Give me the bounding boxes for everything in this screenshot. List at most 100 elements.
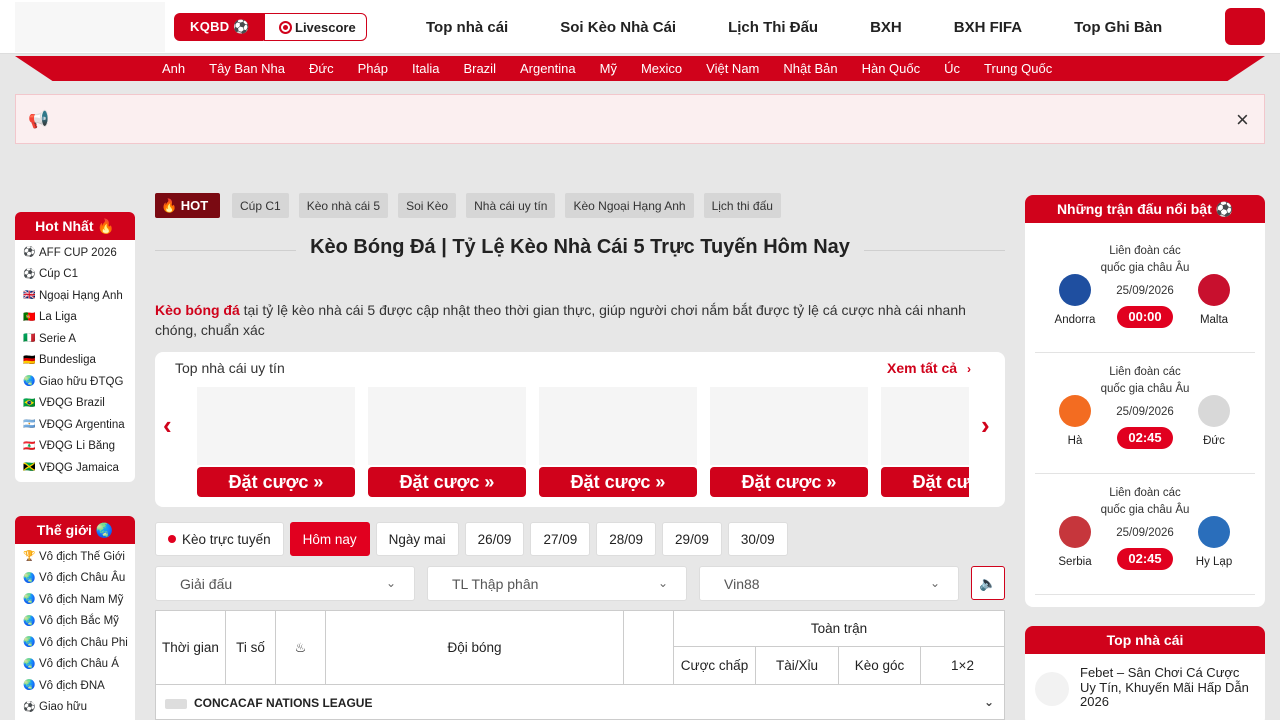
hot_sidebar-item[interactable]: 🇵🇹 La Liga: [23, 307, 135, 329]
world_sidebar-item[interactable]: 🌏 Vô địch Nam Mỹ: [23, 589, 135, 611]
livescore-button[interactable]: Livescore: [264, 13, 367, 41]
world_sidebar-item[interactable]: 🏆 Vô địch Thế Giới: [23, 546, 135, 568]
chevron-down-icon[interactable]: ⌄: [984, 695, 994, 709]
site-logo[interactable]: [15, 2, 165, 52]
match-card[interactable]: Hà Liên đoàn các quốc gia châu Âu 25/09/20…: [1035, 354, 1255, 474]
bet-button[interactable]: Đặt cược »: [881, 467, 969, 497]
hot_sidebar-item[interactable]: 🌏 Giao hữu ĐTQG: [23, 371, 135, 393]
hot_sidebar-item[interactable]: 🇬🇧 Ngoại Hạng Anh: [23, 285, 135, 307]
kqbd-button[interactable]: KQBD ⚽: [174, 13, 278, 41]
country-link[interactable]: Đức: [309, 61, 334, 76]
bookie-card[interactable]: Đặt cược »: [197, 387, 355, 497]
country-link[interactable]: Mỹ: [600, 61, 617, 76]
odds-format-value: TL Thập phân: [452, 575, 539, 592]
tab-date[interactable]: 30/09: [727, 522, 788, 556]
tab-live-odds[interactable]: Kèo trực tuyến: [155, 522, 284, 556]
nav-soi-keo[interactable]: Soi Kèo Nhà Cái: [560, 19, 676, 36]
competition-name: Liên đoàn các quốc gia châu Âu: [1100, 487, 1190, 516]
bet-button[interactable]: Đặt cược »: [197, 467, 355, 497]
world_sidebar-item[interactable]: 🌏 Vô địch Châu Âu: [23, 568, 135, 590]
tag-item[interactable]: Kèo nhà cái 5: [298, 193, 389, 218]
hot_sidebar-item[interactable]: 🇮🇹 Serie A: [23, 328, 135, 350]
hot_sidebar-item[interactable]: 🇦🇷 VĐQG Argentina: [23, 414, 135, 436]
nav-bxh[interactable]: BXH: [870, 19, 902, 36]
hot-tag: 🔥 HOT: [155, 193, 220, 218]
country-link[interactable]: Hàn Quốc: [862, 61, 921, 76]
world_sidebar-item[interactable]: 🌏 Vô địch ĐNA: [23, 675, 135, 697]
bookie-card[interactable]: Đặt cược »: [539, 387, 697, 497]
nav-lich-thi-dau[interactable]: Lịch Thi Đấu: [728, 19, 818, 36]
chevron-down-icon: ⌄: [657, 576, 668, 590]
hot_sidebar-item[interactable]: 🇧🇷 VĐQG Brazil: [23, 393, 135, 415]
hot_sidebar-item[interactable]: 🇯🇲 VĐQG Jamaica: [23, 457, 135, 479]
world_sidebar-item[interactable]: 🌏 Vô địch Châu Phi: [23, 632, 135, 654]
country-link[interactable]: Mexico: [641, 61, 682, 76]
hot_sidebar-item[interactable]: 🇱🇧 VĐQG Li Băng: [23, 436, 135, 458]
bookie-carousel-title: Top nhà cái uy tín: [175, 360, 285, 376]
league-row[interactable]: CONCACAF NATIONS LEAGUE ⌄: [156, 684, 1004, 720]
see-all-link[interactable]: Xem tất cả ›: [887, 360, 971, 376]
menu-button[interactable]: [1225, 8, 1265, 45]
league-flag-icon: 🇬🇧: [23, 290, 36, 302]
tab-date[interactable]: 26/09: [464, 522, 525, 556]
match-info: Liên đoàn các quốc gia châu Âu 25/09/2026…: [1099, 364, 1191, 449]
match-card[interactable]: Andorra Liên đoàn các quốc gia châu Âu 25/…: [1035, 233, 1255, 353]
nav-top-nha-cai[interactable]: Top nhà cái: [426, 19, 508, 36]
league-flag-icon: 🌏: [23, 680, 36, 692]
country-link[interactable]: Anh: [162, 61, 185, 76]
nav-bxh-fifa[interactable]: BXH FIFA: [954, 19, 1022, 36]
sound-toggle[interactable]: 🔈: [971, 566, 1005, 600]
bookie-card[interactable]: Đặt cược »: [710, 387, 868, 497]
world_sidebar-item[interactable]: 🌏 Vô địch Châu Á: [23, 654, 135, 676]
bet-button[interactable]: Đặt cược »: [710, 467, 868, 497]
country-link[interactable]: Việt Nam: [706, 61, 759, 76]
carousel-next-icon[interactable]: ›: [981, 410, 990, 441]
bookmaker-select[interactable]: Vin88 ⌄: [699, 566, 959, 601]
hot_sidebar-item[interactable]: ⚽ Cúp C1: [23, 264, 135, 286]
top-bookie-link[interactable]: Febet – Sân Chơi Cá Cược Uy Tín, Khuyến …: [1080, 665, 1255, 710]
country-link[interactable]: Argentina: [520, 61, 576, 76]
country-link[interactable]: Pháp: [358, 61, 388, 76]
close-icon[interactable]: ×: [1236, 107, 1249, 133]
tag-item[interactable]: Kèo Ngoại Hạng Anh: [565, 193, 694, 218]
league-flag-icon: 🌏: [23, 376, 36, 388]
col-extra: [624, 611, 674, 684]
bookie-card[interactable]: Đặt cược »: [881, 387, 969, 497]
world_sidebar-item[interactable]: ⚽ Giao hữu: [23, 697, 135, 719]
country-link[interactable]: Nhật Bản: [783, 61, 837, 76]
carousel-prev-icon[interactable]: ‹: [163, 410, 172, 441]
bet-button[interactable]: Đặt cược »: [368, 467, 526, 497]
bookie-logo: [710, 387, 868, 465]
world_sidebar-item[interactable]: 🌏 Vô địch Bắc Mỹ: [23, 611, 135, 633]
world-sidebar-title: Thế giới 🌏: [15, 516, 135, 544]
tag-item[interactable]: Nhà cái uy tín: [466, 193, 556, 218]
tag-item[interactable]: Lịch thi đấu: [703, 193, 781, 218]
nav-top-ghi-ban[interactable]: Top Ghi Bàn: [1074, 19, 1162, 36]
bookie-thumb[interactable]: [1035, 672, 1069, 706]
country-link[interactable]: Brazil: [463, 61, 496, 76]
tab-today[interactable]: Hôm nay: [289, 522, 370, 556]
country-link[interactable]: Úc: [944, 61, 960, 76]
tab-date[interactable]: 27/09: [530, 522, 591, 556]
hot_sidebar-item-label: Bundesliga: [39, 354, 96, 367]
tab-tomorrow[interactable]: Ngày mai: [375, 522, 459, 556]
bookie-card[interactable]: Đặt cược »: [368, 387, 526, 497]
hot_sidebar-item[interactable]: 🇩🇪 Bundesliga: [23, 350, 135, 372]
country-link[interactable]: Tây Ban Nha: [209, 61, 285, 76]
country-link[interactable]: Italia: [412, 61, 439, 76]
away-team: Malta: [1184, 233, 1244, 326]
tag-item[interactable]: Soi Kèo: [398, 193, 457, 218]
odds-format-select[interactable]: TL Thập phân ⌄: [427, 566, 687, 601]
tab-date[interactable]: 28/09: [596, 522, 657, 556]
page-title-text: Kèo Bóng Đá | Tỷ Lệ Kèo Nhà Cái 5 Trực T…: [296, 236, 864, 258]
world_sidebar-item-label: Vô địch Châu Phi: [39, 636, 128, 649]
tab-date[interactable]: 29/09: [662, 522, 722, 556]
hot_sidebar-item[interactable]: ⚽ AFF CUP 2026: [23, 242, 135, 264]
bet-button[interactable]: Đặt cược »: [539, 467, 697, 497]
league-flag-icon: ⚽: [23, 701, 36, 713]
intro-link[interactable]: Kèo bóng đá: [155, 302, 240, 318]
league-select[interactable]: Giải đấu ⌄: [155, 566, 415, 601]
tag-item[interactable]: Cúp C1: [232, 193, 289, 218]
match-card[interactable]: Serbia Liên đoàn các quốc gia châu Âu 25/0…: [1035, 475, 1255, 595]
country-link[interactable]: Trung Quốc: [984, 61, 1052, 76]
